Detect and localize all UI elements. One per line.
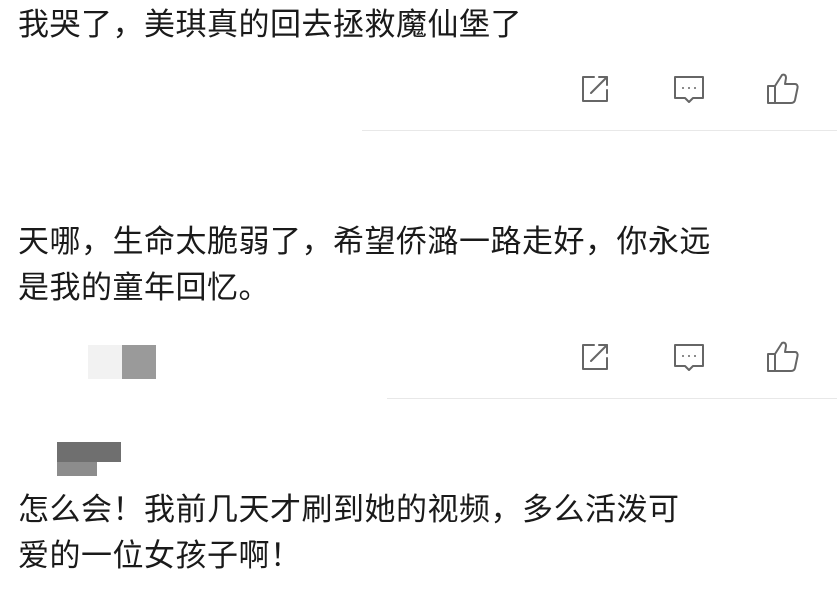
comment-actions <box>576 338 802 376</box>
redacted-username <box>88 345 122 379</box>
share-button[interactable] <box>576 338 614 376</box>
comment-text: 天哪，生命太脆弱了，希望侨潞一路走好，你永远 是我的童年回忆。 <box>18 224 711 306</box>
comment-text: 怎么会！我前几天才刷到她的视频，多么活泼可 爱的一位女孩子啊！ <box>18 492 680 574</box>
comment-text: 我哭了，美琪真的回去拯救魔仙堡了 <box>18 7 522 43</box>
redacted-username <box>57 462 97 476</box>
divider <box>387 398 837 399</box>
like-button[interactable] <box>764 338 802 376</box>
thumbs-up-icon <box>767 73 799 104</box>
redacted-username <box>57 442 121 462</box>
like-button[interactable] <box>764 70 802 108</box>
thumbs-up-icon <box>767 341 799 372</box>
share-edit-icon <box>582 76 608 102</box>
divider <box>362 130 837 131</box>
comment-icon <box>674 76 704 103</box>
redacted-username <box>122 345 156 379</box>
comment-icon <box>674 344 704 371</box>
share-button[interactable] <box>576 70 614 108</box>
comment-actions <box>576 70 802 108</box>
share-edit-icon <box>582 344 608 370</box>
reply-button[interactable] <box>670 70 708 108</box>
reply-button[interactable] <box>670 338 708 376</box>
